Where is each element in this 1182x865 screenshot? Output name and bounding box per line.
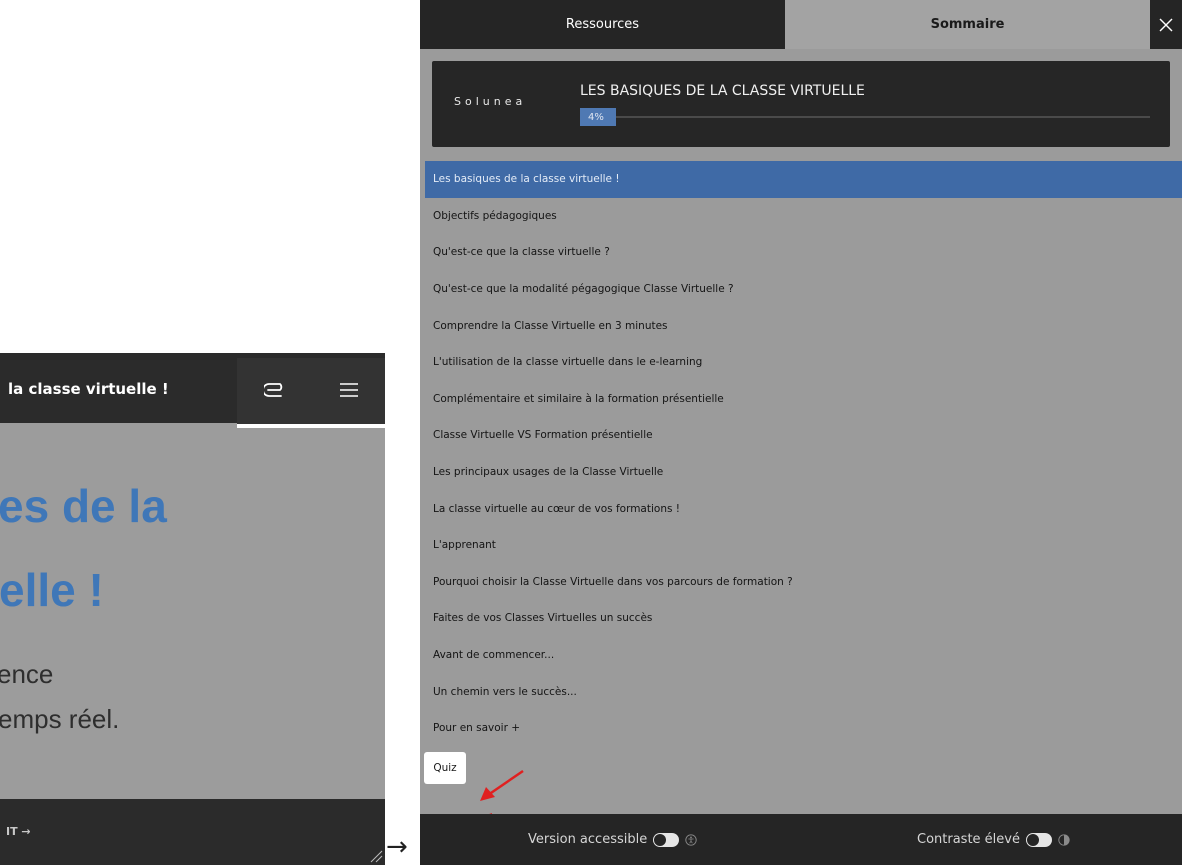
high-contrast-label: Contraste élevé [917, 832, 1020, 847]
chapter-item[interactable]: Pour en savoir + [425, 710, 1182, 747]
progress-track [580, 116, 1150, 118]
chapter-list: Les basiques de la classe virtuelle ! Obj… [425, 161, 1182, 747]
chapter-item[interactable]: Les principaux usages de la Classe Virtu… [425, 454, 1182, 491]
summary-panel: Ressources Sommaire Solunea LES BASIQUES… [420, 0, 1182, 865]
hero-title-line-1: es de la [0, 480, 167, 532]
hamburger-menu-icon [340, 383, 358, 397]
course-preview: la classe virtuelle ! es de la elle ! en… [0, 353, 385, 865]
panel-footer: Version accessible Contraste élevé [420, 814, 1182, 865]
chapter-item[interactable]: Faites de vos Classes Virtuelles un succ… [425, 600, 1182, 637]
tab-summary[interactable]: Sommaire [785, 0, 1150, 49]
close-icon [1159, 18, 1173, 31]
accessible-version-toggle[interactable]: Version accessible [528, 832, 697, 847]
accessible-version-label: Version accessible [528, 832, 648, 847]
quiz-button[interactable]: Quiz [424, 752, 466, 784]
preview-footer: IT → [0, 799, 385, 865]
panel-tabs: Ressources Sommaire [420, 0, 1182, 49]
tab-resources[interactable]: Ressources [420, 0, 785, 49]
preview-header-title: la classe virtuelle ! [8, 380, 169, 398]
contrast-icon [1058, 833, 1070, 846]
resources-button[interactable] [259, 374, 291, 406]
hero-subtitle-line-1: ence [0, 659, 54, 689]
summary-menu-button[interactable] [333, 374, 365, 406]
progress-bar: 4% [580, 108, 616, 126]
course-header-card: Solunea LES BASIQUES DE LA CLASSE VIRTUE… [432, 61, 1170, 147]
chapter-item[interactable]: Qu'est-ce que la classe virtuelle ? [425, 234, 1182, 271]
chapter-item[interactable]: L'utilisation de la classe virtuelle dan… [425, 344, 1182, 381]
chapter-item[interactable]: Un chemin vers le succès... [425, 673, 1182, 710]
paperclip-icon [264, 383, 283, 397]
chapter-item[interactable]: Les basiques de la classe virtuelle ! [425, 161, 1182, 198]
chapter-item[interactable]: L'apprenant [425, 527, 1182, 564]
toggle-switch[interactable] [1025, 832, 1052, 847]
chapter-item[interactable]: Classe Virtuelle VS Formation présentiel… [425, 417, 1182, 454]
resize-handle-icon[interactable] [369, 849, 383, 863]
toggle-switch[interactable] [653, 832, 680, 847]
chapter-item[interactable]: Qu'est-ce que la modalité pégagogique Cl… [425, 271, 1182, 308]
start-button[interactable]: IT → [6, 825, 31, 838]
transition-arrow: → [386, 832, 408, 862]
chapter-item[interactable]: La classe virtuelle au cœur de vos forma… [425, 490, 1182, 527]
chapter-item[interactable]: Pourquoi choisir la Classe Virtuelle dan… [425, 564, 1182, 601]
chapter-item[interactable]: Avant de commencer... [425, 637, 1182, 674]
hero-title-line-2: elle ! [0, 564, 104, 616]
course-title: LES BASIQUES DE LA CLASSE VIRTUELLE [580, 83, 865, 99]
chapter-item[interactable]: Complémentaire et similaire à la formati… [425, 381, 1182, 418]
preview-toolbar [237, 358, 385, 428]
brand-logo: Solunea [454, 95, 527, 108]
accessibility-icon [685, 833, 697, 846]
chapter-item[interactable]: Comprendre la Classe Virtuelle en 3 minu… [425, 307, 1182, 344]
hero-subtitle-line-2: emps réel. [0, 704, 120, 734]
progress-label: 4% [588, 111, 604, 123]
close-button[interactable] [1150, 0, 1182, 49]
chapter-item[interactable]: Objectifs pédagogiques [425, 198, 1182, 235]
high-contrast-toggle[interactable]: Contraste élevé [917, 832, 1070, 847]
annotation-arrow-down [480, 769, 524, 801]
